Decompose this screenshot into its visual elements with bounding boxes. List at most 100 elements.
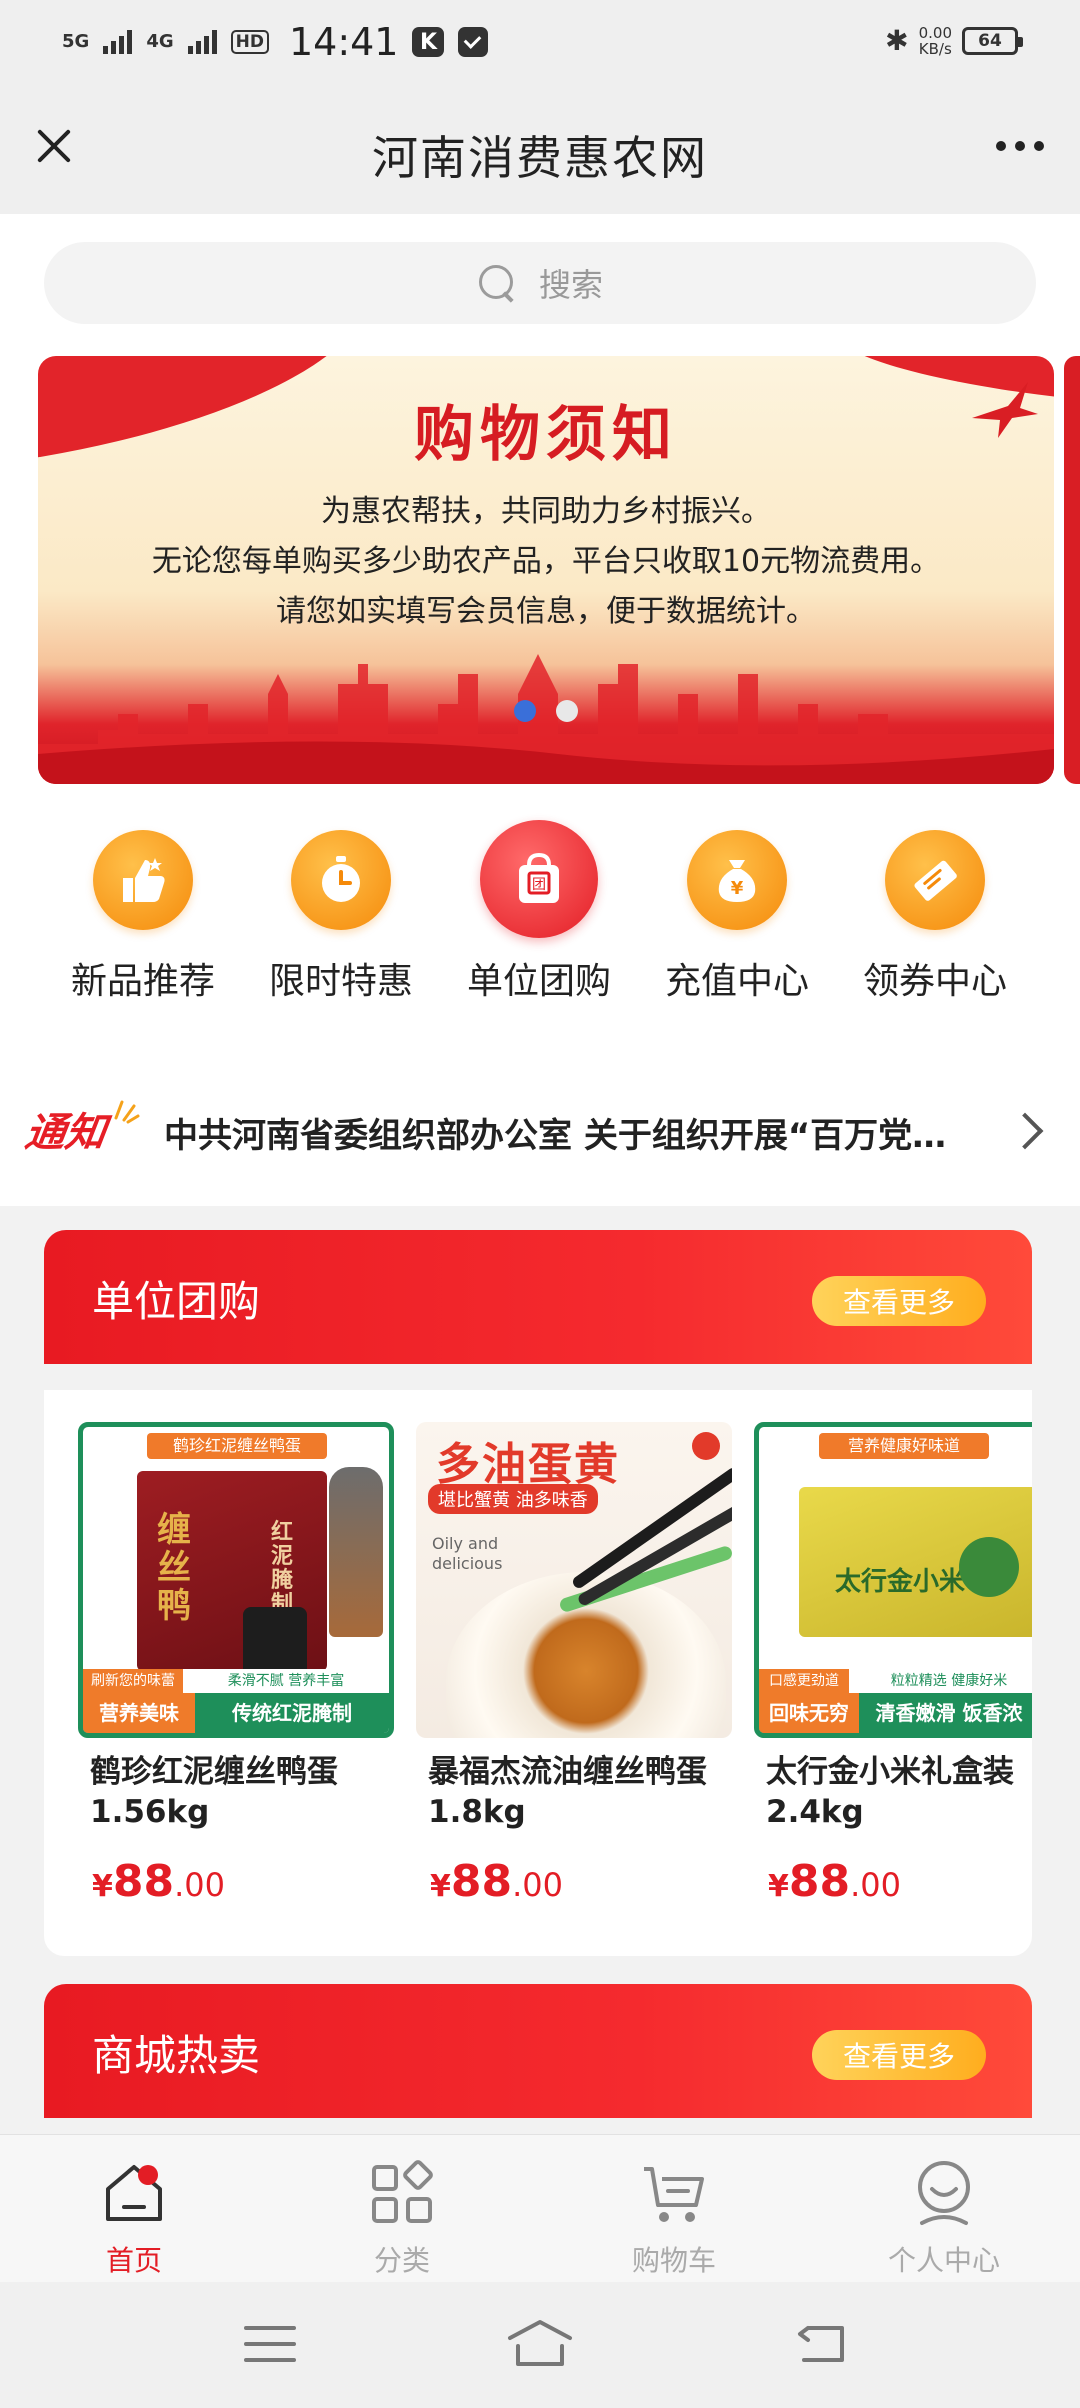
package-illustration: 太行金小米 bbox=[799, 1487, 1032, 1637]
bluetooth-icon: ✱ bbox=[885, 24, 909, 57]
money-bag-icon: ¥ bbox=[687, 830, 787, 930]
product-card[interactable]: 多油蛋黄 堪比蟹黄 油多味香 Oily and delicious 暴福杰流油缠… bbox=[416, 1422, 732, 1907]
notice-bar[interactable]: 通知 中共河南省委组织部办公室 关于组织开展“百万党… bbox=[0, 1078, 1080, 1178]
product-price: ¥88.00 bbox=[78, 1856, 394, 1907]
banner-pagination bbox=[38, 700, 1054, 722]
page-title: 河南消费惠农网 bbox=[372, 131, 708, 185]
tab-label: 购物车 bbox=[631, 2244, 716, 2277]
image-subtitle: 堪比蟹黄 油多味香 bbox=[428, 1484, 598, 1514]
price-currency: ¥ bbox=[92, 1869, 113, 1904]
back-icon[interactable] bbox=[794, 2320, 850, 2368]
signal-icon bbox=[103, 30, 133, 54]
view-more-button[interactable]: 查看更多 bbox=[812, 2030, 986, 2080]
profile-icon bbox=[918, 2161, 970, 2225]
tab-category[interactable]: 分类 bbox=[302, 2157, 502, 2279]
product-image: 营养健康好味道 太行金小米 口感更劲道 粒粒精选 健康好米 回味无穷 清香嫩滑 … bbox=[754, 1422, 1032, 1738]
section-title: 商城热卖 bbox=[92, 2031, 261, 2080]
more-options-icon[interactable] bbox=[990, 124, 1050, 168]
cart-icon bbox=[644, 2167, 704, 2222]
tab-label: 分类 bbox=[373, 2244, 430, 2277]
system-navigation-bar bbox=[0, 2282, 1080, 2408]
quick-link-top-up[interactable]: ¥ 充值中心 bbox=[638, 830, 836, 1004]
product-card[interactable]: 营养健康好味道 太行金小米 口感更劲道 粒粒精选 健康好米 回味无穷 清香嫩滑 … bbox=[754, 1422, 1032, 1907]
quick-link-label: 领券中心 bbox=[862, 961, 1007, 1002]
battery-level: 64 bbox=[978, 30, 1002, 51]
tab-cart[interactable]: 购物车 bbox=[574, 2157, 774, 2279]
image-english-text: Oily and delicious bbox=[432, 1534, 502, 1574]
battery-icon: 64 bbox=[962, 26, 1023, 55]
k-app-icon: K bbox=[412, 27, 445, 57]
image-strip: 柔滑不腻 营养丰富 bbox=[183, 1669, 389, 1693]
image-bar-right: 清香嫩滑 饭香浓 bbox=[875, 1701, 1023, 1725]
quick-link-label: 单位团购 bbox=[466, 961, 611, 1002]
quick-link-label: 限时特惠 bbox=[268, 961, 413, 1002]
package-text: 太行金小米 bbox=[835, 1567, 966, 1597]
bottom-tab-bar: 首页 分类 购物车 个人中心 bbox=[0, 2134, 1080, 2282]
hot-sale-header: 商城热卖 查看更多 bbox=[44, 1984, 1032, 2118]
search-icon bbox=[477, 263, 517, 303]
group-buy-products: 鹤珍红泥缠丝鸭蛋 缠丝鸭 红泥腌制 刷新您的味蕾 柔滑不腻 营养丰富 营养美味 … bbox=[44, 1390, 1032, 1956]
pagination-dot[interactable] bbox=[556, 700, 578, 722]
home-icon bbox=[106, 2165, 162, 2221]
image-bar-left: 营养美味 bbox=[83, 1693, 195, 1733]
image-bar: 营养美味 传统红泥腌制 bbox=[83, 1693, 389, 1733]
oil-drop-icon bbox=[692, 1432, 720, 1460]
spark-icon bbox=[114, 1100, 140, 1124]
quick-link-flash-sale[interactable]: 限时特惠 bbox=[242, 830, 440, 1004]
chevron-right-icon[interactable] bbox=[1006, 1112, 1044, 1150]
search-input[interactable]: 搜索 bbox=[44, 242, 1036, 324]
search-area: 搜索 bbox=[0, 214, 1080, 350]
promo-banner[interactable]: 购物须知 为惠农帮扶，共同助力乡村振兴。 无论您每单购买多少助农产品，平台只收取… bbox=[38, 356, 1054, 784]
emblem-icon bbox=[959, 1537, 1019, 1597]
network-5g-indicator: 5G bbox=[62, 31, 90, 52]
price-currency: ¥ bbox=[768, 1869, 789, 1904]
quick-link-group-buy[interactable]: 团 单位团购 bbox=[440, 820, 638, 1004]
product-price: ¥88.00 bbox=[416, 1856, 732, 1907]
group-buy-header: 单位团购 查看更多 bbox=[44, 1230, 1032, 1364]
price-decimal: .00 bbox=[174, 1866, 225, 1904]
image-strip: 粒粒精选 健康好米 bbox=[849, 1669, 1032, 1693]
group-bag-icon: 团 bbox=[480, 820, 598, 938]
price-integer: 88 bbox=[788, 1856, 851, 1907]
product-name: 鹤珍红泥缠丝鸭蛋1.56kg bbox=[90, 1754, 338, 1830]
figure-illustration bbox=[329, 1467, 383, 1637]
quick-link-new-products[interactable]: 新品推荐 bbox=[44, 830, 242, 1004]
english-line: Oily and bbox=[432, 1534, 499, 1553]
image-bar-right: 传统红泥腌制 bbox=[232, 1701, 352, 1725]
package-side-text: 红泥腌制 bbox=[271, 1520, 294, 1617]
view-more-button[interactable]: 查看更多 bbox=[812, 1276, 986, 1326]
product-name: 暴福杰流油缠丝鸭蛋1.8kg bbox=[428, 1754, 707, 1830]
stopwatch-icon bbox=[291, 830, 391, 930]
price-integer: 88 bbox=[112, 1856, 175, 1907]
english-line: delicious bbox=[432, 1554, 503, 1573]
menu-icon[interactable] bbox=[242, 2322, 298, 2366]
network-speed: 0.00 KB/s bbox=[919, 25, 952, 57]
network-4g-indicator: 4G bbox=[146, 31, 174, 52]
svg-text:团: 团 bbox=[532, 877, 546, 893]
tab-home[interactable]: 首页 bbox=[34, 2157, 234, 2279]
home-button-icon[interactable] bbox=[504, 2316, 576, 2368]
quick-link-label: 新品推荐 bbox=[70, 961, 215, 1002]
section-title: 单位团购 bbox=[92, 1277, 261, 1326]
status-bar: 5G 4G HD 14:41 K ✱ 0.00 KB/s 64 bbox=[0, 0, 1080, 82]
coupon-icon bbox=[885, 830, 985, 930]
quick-link-coupon[interactable]: 领券中心 bbox=[836, 830, 1034, 1004]
notice-badge: 通知 bbox=[22, 1109, 109, 1156]
banner-line: 为惠农帮扶，共同助力乡村振兴。 bbox=[321, 494, 771, 529]
product-card[interactable]: 鹤珍红泥缠丝鸭蛋 缠丝鸭 红泥腌制 刷新您的味蕾 柔滑不腻 营养丰富 营养美味 … bbox=[78, 1422, 394, 1907]
price-currency: ¥ bbox=[430, 1869, 451, 1904]
price-integer: 88 bbox=[450, 1856, 513, 1907]
tab-label: 个人中心 bbox=[887, 2244, 1000, 2277]
image-bar-left: 回味无穷 bbox=[759, 1693, 859, 1733]
quick-links: 新品推荐 限时特惠 团 单位团购 ¥ 充值中心 领券中心 bbox=[0, 820, 1080, 1010]
pagination-dot[interactable] bbox=[514, 700, 536, 722]
product-price: ¥88.00 bbox=[754, 1856, 1032, 1907]
svg-text:¥: ¥ bbox=[731, 878, 744, 899]
banner-line: 无论您每单购买多少助农产品，平台只收取10元物流费用。 bbox=[151, 544, 941, 579]
image-tag: 鹤珍红泥缠丝鸭蛋 bbox=[147, 1433, 327, 1459]
home-main: 购物须知 为惠农帮扶，共同助力乡村振兴。 无论您每单购买多少助农产品，平台只收取… bbox=[0, 350, 1080, 1206]
title-bar: 河南消费惠农网 bbox=[0, 82, 1080, 214]
notification-app-icon bbox=[458, 27, 489, 57]
tab-profile[interactable]: 个人中心 bbox=[844, 2157, 1044, 2279]
tab-label: 首页 bbox=[105, 2244, 162, 2277]
